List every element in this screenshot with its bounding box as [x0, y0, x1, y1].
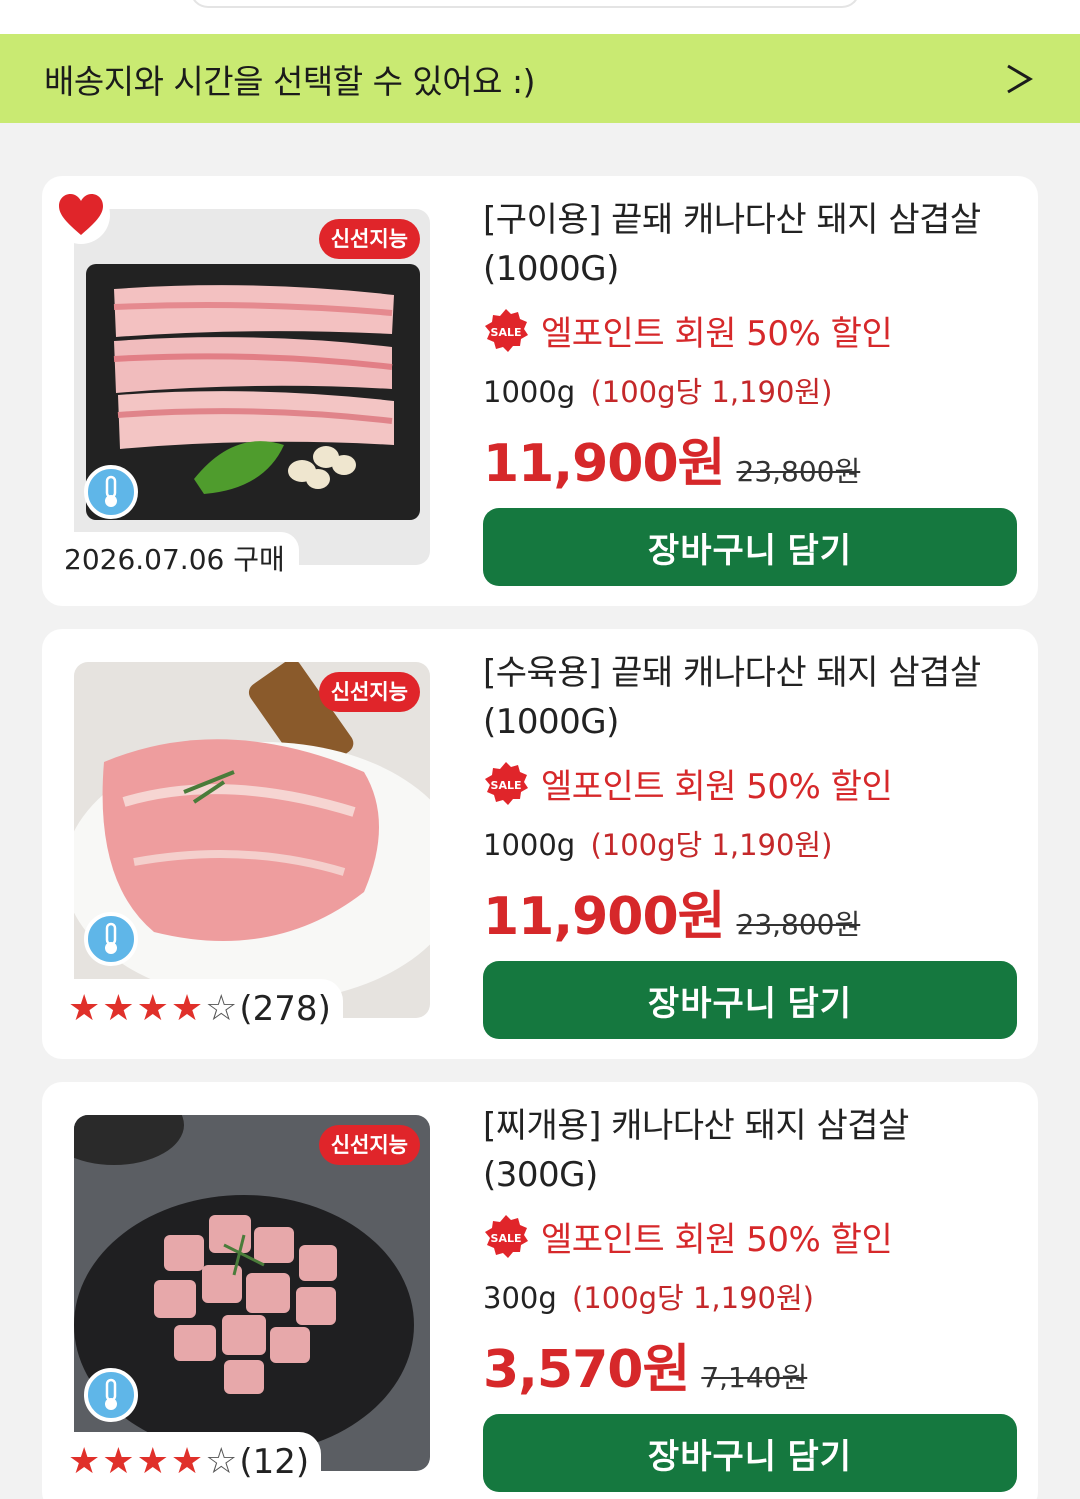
add-to-cart-button[interactable]: 장바구니 담기	[483, 1414, 1017, 1492]
original-price: 23,800원	[736, 908, 861, 941]
weight: 1000g	[483, 828, 576, 862]
unit-row: 300g (100g당 1,190원)	[483, 1275, 1023, 1317]
sale-icon: SALE	[485, 761, 528, 805]
add-to-cart-button[interactable]: 장바구니 담기	[483, 961, 1017, 1039]
star-icon: ★	[102, 1441, 135, 1482]
product-info: [수육용] 끝돼 캐나다산 돼지 삼겹살 (1000G) SALE 엘포인트 회…	[483, 649, 1023, 949]
unit-row: 1000g (100g당 1,190원)	[483, 822, 1023, 864]
banner-text: 배송지와 시간을 선택할 수 있어요 :)	[44, 61, 535, 101]
svg-text:SALE: SALE	[491, 326, 522, 339]
delivery-banner[interactable]: 배송지와 시간을 선택할 수 있어요 :)	[0, 34, 1080, 123]
product-info: [찌개용] 캐나다산 돼지 삼겹살 (300G) SALE 엘포인트 회원 50…	[483, 1102, 1023, 1402]
product-title[interactable]: [찌개용] 캐나다산 돼지 삼겹살 (300G)	[483, 1102, 1023, 1200]
rating: ★ ★ ★ ★ ☆ (12)	[58, 1432, 322, 1492]
unit-price: (100g당 1,190원)	[571, 1281, 814, 1315]
search-bar-edge[interactable]	[190, 0, 860, 8]
star-icon: ★	[136, 988, 169, 1029]
purchase-date: 2026.07.06 구매	[50, 532, 299, 588]
rating-stars: ★ ★ ★ ★ ☆	[68, 1444, 237, 1480]
product-image[interactable]: 신선지능	[74, 662, 430, 1018]
weight: 1000g	[483, 375, 576, 409]
review-count[interactable]: (12)	[239, 1442, 309, 1482]
price-row: 11,900원 23,800원	[483, 421, 1023, 496]
fresh-badge: 신선지능	[318, 1125, 420, 1165]
heart-icon[interactable]	[52, 186, 110, 244]
product-card[interactable]: 신선지능 2026.07.06 구매 [구이용] 끝돼 캐나다산 돼지 삼겹살 …	[42, 176, 1038, 606]
rating-stars: ★ ★ ★ ★ ☆	[68, 991, 237, 1027]
product-title[interactable]: [구이용] 끝돼 캐나다산 돼지 삼겹살 (1000G)	[483, 196, 1023, 294]
sale-row: SALE 엘포인트 회원 50% 할인	[483, 759, 1023, 808]
product-card[interactable]: 신선지능 ★ ★ ★ ★ ☆ (278) [수육용] 끝돼 캐나다산 돼지 삼겹…	[42, 629, 1038, 1059]
star-icon: ★	[170, 1441, 204, 1482]
product-image[interactable]: 신선지능	[74, 1115, 430, 1471]
price-row: 3,570원 7,140원	[483, 1327, 1023, 1402]
product-info: [구이용] 끝돼 캐나다산 돼지 삼겹살 (1000G) SALE 엘포인트 회…	[483, 196, 1023, 496]
sale-text: 엘포인트 회원 50% 할인	[541, 767, 893, 807]
product-card[interactable]: 신선지능 ★ ★ ★ ★ ☆ (12) [찌개용] 캐나다산 돼지 삼겹살 (3…	[42, 1082, 1038, 1499]
star-icon: ★	[68, 988, 101, 1029]
top-bar	[0, 0, 1080, 34]
original-price: 7,140원	[701, 1361, 808, 1394]
star-icon: ★	[102, 988, 135, 1029]
price-row: 11,900원 23,800원	[483, 874, 1023, 949]
svg-text:SALE: SALE	[491, 1232, 522, 1245]
rating: ★ ★ ★ ★ ☆ (278)	[58, 979, 343, 1039]
sale-row: SALE 엘포인트 회원 50% 할인	[483, 306, 1023, 355]
sale-row: SALE 엘포인트 회원 50% 할인	[483, 1212, 1023, 1261]
unit-row: 1000g (100g당 1,190원)	[483, 369, 1023, 411]
star-icon: ★	[170, 988, 204, 1029]
sale-price: 11,900원	[483, 887, 726, 947]
star-icon: ★	[68, 1441, 101, 1482]
add-to-cart-button[interactable]: 장바구니 담기	[483, 508, 1017, 586]
thermometer-icon	[84, 912, 138, 966]
sale-price: 11,900원	[483, 434, 726, 494]
unit-price: (100g당 1,190원)	[590, 375, 833, 409]
sale-icon: SALE	[485, 308, 528, 352]
sale-text: 엘포인트 회원 50% 할인	[541, 314, 893, 354]
sale-icon: SALE	[485, 1214, 528, 1258]
star-icon: ★	[136, 1441, 169, 1482]
sale-text: 엘포인트 회원 50% 할인	[541, 1220, 893, 1260]
chevron-right-icon[interactable]	[1002, 62, 1036, 96]
product-title[interactable]: [수육용] 끝돼 캐나다산 돼지 삼겹살 (1000G)	[483, 649, 1023, 747]
svg-text:SALE: SALE	[491, 779, 522, 792]
original-price: 23,800원	[736, 455, 861, 488]
star-outline-icon: ☆	[205, 988, 238, 1029]
star-outline-icon: ☆	[205, 1441, 238, 1482]
fresh-badge: 신선지능	[318, 672, 420, 712]
thermometer-icon	[84, 1368, 138, 1422]
review-count[interactable]: (278)	[239, 989, 330, 1029]
weight: 300g	[483, 1281, 557, 1315]
sale-price: 3,570원	[483, 1340, 690, 1400]
fresh-badge: 신선지능	[318, 219, 420, 259]
thermometer-icon	[84, 465, 138, 519]
unit-price: (100g당 1,190원)	[590, 828, 833, 862]
product-image[interactable]: 신선지능	[74, 209, 430, 565]
